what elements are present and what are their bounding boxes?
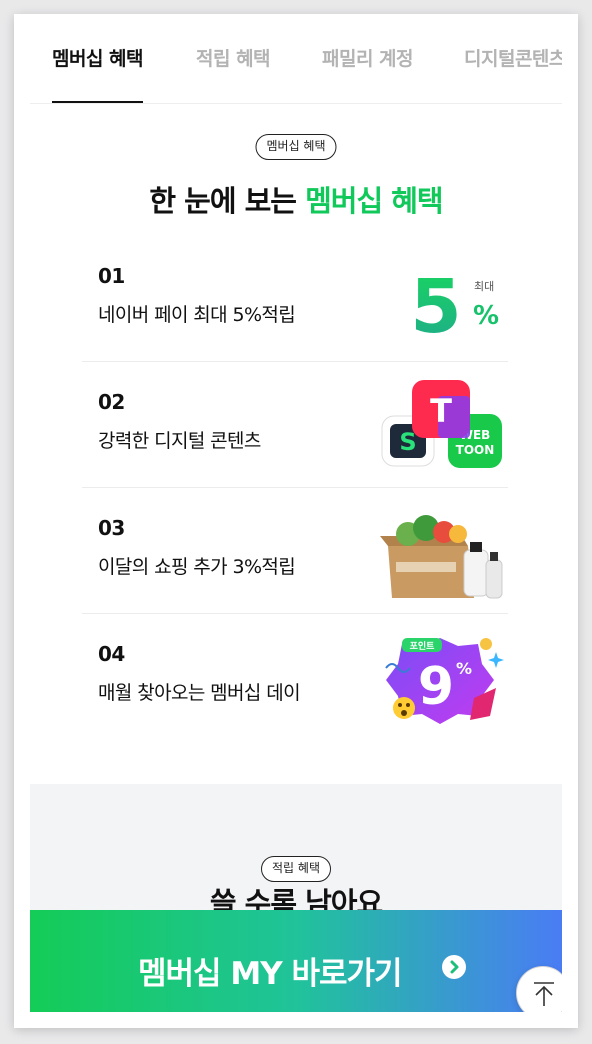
webtoon-line2: TOON — [456, 443, 495, 457]
tab-digital-content[interactable]: 디지털콘텐츠 — [464, 44, 562, 103]
cta-label: 멤버십 MY 바로가기 — [138, 956, 403, 992]
max-label: 최대 — [474, 280, 494, 293]
point-label: 포인트 — [410, 641, 436, 652]
membership-day-badge-icon: 포인트 9 % — [385, 638, 504, 724]
section-pill: 적립 혜택 — [261, 856, 331, 882]
headline-highlight: 멤버십 혜택 — [305, 184, 443, 218]
five-percent-icon: 5 최대 % — [410, 264, 499, 350]
digital-content-apps-icon: S WEB TOON T — [381, 380, 502, 468]
membership-my-button[interactable]: 멤버십 MY 바로가기 — [30, 910, 562, 1012]
benefit-item-04[interactable]: 04 매월 찾아오는 멤버십 데이 포인트 9 % — [82, 614, 508, 740]
benefit-label: 강력한 디지털 콘텐츠 — [98, 430, 261, 452]
tab-membership-benefits[interactable]: 멤버십 혜택 — [52, 44, 144, 103]
benefit-label: 이달의 쇼핑 추가 3%적립 — [98, 556, 296, 578]
benefit-item-01[interactable]: 01 네이버 페이 최대 5%적립 5 최대 % — [82, 236, 508, 362]
section-headline: 한 눈에 보는 멤버십 혜택 — [30, 178, 562, 220]
tab-label: 패밀리 계정 — [322, 48, 414, 70]
benefit-number: 03 — [98, 516, 125, 540]
tab-bar: 멤버십 혜택 적립 혜택 패밀리 계정 디지털콘텐츠 — [30, 30, 562, 104]
five-digit: 5 — [410, 264, 462, 350]
section-pill: 멤버십 혜택 — [255, 134, 337, 160]
tab-label: 디지털콘텐츠 — [464, 48, 562, 70]
benefit-number: 01 — [98, 264, 125, 288]
shopping-box-icon — [380, 515, 503, 599]
tab-label: 적립 혜택 — [196, 48, 271, 70]
tab-family-account[interactable]: 패밀리 계정 — [322, 44, 414, 103]
membership-benefits-section: 멤버십 혜택 한 눈에 보는 멤버십 혜택 01 네이버 페이 최대 5%적립 … — [30, 104, 562, 784]
badge-percent: % — [456, 659, 472, 678]
tving-letter: T — [430, 392, 452, 430]
benefit-label: 네이버 페이 최대 5%적립 — [98, 304, 296, 326]
screen: 멤버십 혜택 적립 혜택 패밀리 계정 디지털콘텐츠 멤버십 혜택 한 눈에 보… — [30, 30, 562, 1012]
percent-sign: % — [473, 301, 499, 331]
arrow-up-icon — [534, 982, 554, 1006]
benefit-item-03[interactable]: 03 이달의 쇼핑 추가 3%적립 — [82, 488, 508, 614]
device-frame: 멤버십 혜택 적립 혜택 패밀리 계정 디지털콘텐츠 멤버십 혜택 한 눈에 보… — [14, 14, 578, 1028]
tab-label: 멤버십 혜택 — [52, 48, 144, 70]
chevron-right-icon — [442, 955, 466, 979]
headline-text: 한 눈에 보는 — [149, 184, 306, 218]
badge-number: 9 — [418, 657, 454, 717]
tab-accumulation-benefits[interactable]: 적립 혜택 — [196, 44, 271, 103]
benefit-item-02[interactable]: 02 강력한 디지털 콘텐츠 S WEB TOON T — [82, 362, 508, 488]
benefit-number: 02 — [98, 390, 125, 414]
benefit-label: 매월 찾아오는 멤버십 데이 — [98, 682, 301, 704]
scroll-to-top-button[interactable] — [516, 966, 562, 1012]
benefit-number: 04 — [98, 642, 125, 666]
